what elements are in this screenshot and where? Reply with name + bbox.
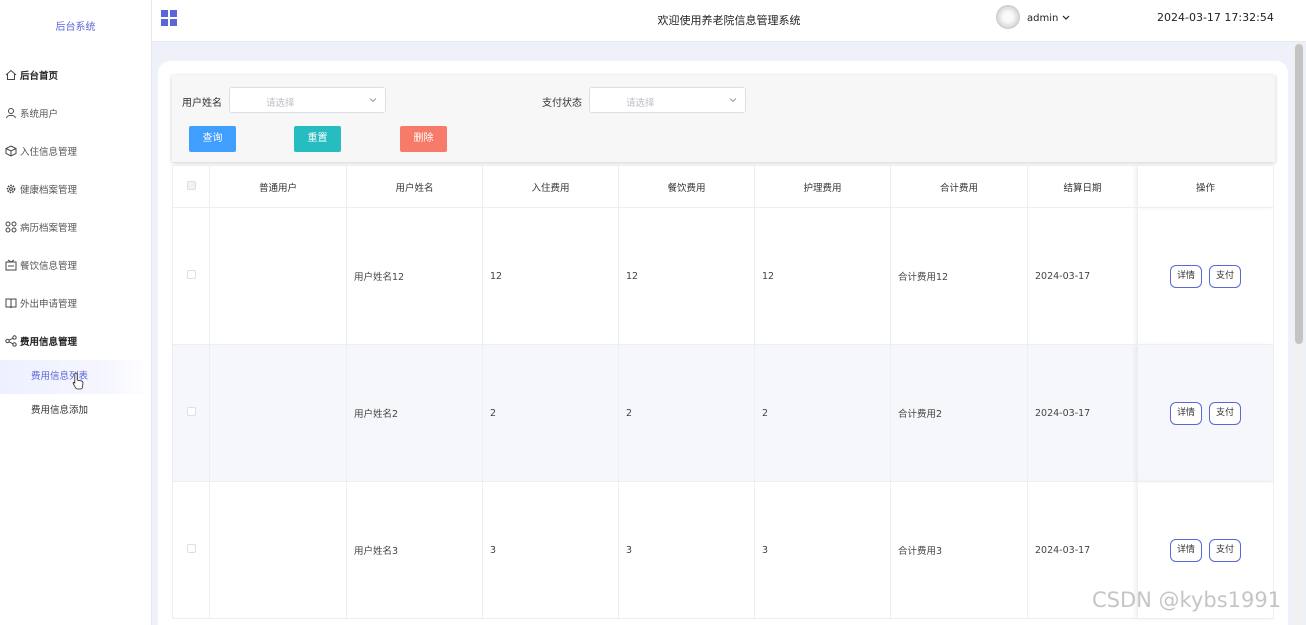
cell-stay-fee: 3 [482,481,619,619]
cell-stay-fee: 12 [482,207,619,345]
cell-user [209,481,347,619]
sidebar-item-records[interactable]: 病历档案管理 [0,208,151,246]
status-filter-placeholder: 请选择 [626,98,655,109]
chevron-down-icon [369,98,377,103]
row-select-cell [172,481,210,619]
cell-date: 2024-03-17 [1027,207,1138,345]
sidebar-item-fees[interactable]: 费用信息管理 [0,322,151,360]
cell-name: 用户姓名2 [346,344,483,482]
cell-stay-fee: 2 [482,344,619,482]
scrollbar-thumb[interactable] [1295,44,1303,344]
sidebar-item-label: 健康档案管理 [20,185,78,196]
cell-actions: 详情 支付 [1137,344,1274,482]
user-menu[interactable]: admin [1027,13,1070,24]
column-header: 餐饮费用 [618,165,755,208]
cell-total-fee: 合计费用3 [890,481,1028,619]
sidebar-item-label: 费用信息管理 [20,337,78,348]
select-all-cell [172,165,210,208]
row-select-cell [172,207,210,345]
cell-total-fee: 合计费用2 [890,344,1028,482]
cell-user [209,207,347,345]
pointer-cursor-icon [72,372,84,390]
detail-button[interactable]: 详情 [1169,538,1202,562]
brand-title: 后台系统 [55,22,96,33]
pay-button[interactable]: 支付 [1209,264,1242,288]
name-filter-placeholder: 请选择 [266,98,295,109]
sidebar-item-label: 病历档案管理 [20,223,78,234]
sidebar-item-label: 后台首页 [20,71,59,82]
user-icon [4,107,17,120]
column-header: 结算日期 [1027,165,1138,208]
user-name: admin [1027,13,1059,24]
sidebar: 后台系统 后台首页 系统用户 入住信息管理 健康档案管理 病历档案管理 餐饮信息… [0,0,152,625]
name-filter-label: 用户姓名 [182,98,222,109]
cell-food-fee: 3 [618,481,755,619]
row-checkbox[interactable] [186,407,196,416]
row-select-cell [172,344,210,482]
watermark: CSDN @kybs1991 [1092,588,1282,612]
detail-button[interactable]: 详情 [1169,264,1202,288]
submenu-fee-add[interactable]: 费用信息添加 [0,394,151,428]
column-header: 普通用户 [209,165,347,208]
page-scrollbar[interactable] [1294,42,1304,625]
status-filter-select[interactable]: 请选择 [589,87,746,113]
grid-icon [4,221,17,234]
select-all-checkbox[interactable] [186,180,196,190]
table-row: 用户姓名2 2 2 2 合计费用2 2024-03-17 详情 支付 [172,344,1274,482]
sidebar-item-catering[interactable]: 餐饮信息管理 [0,246,151,284]
datetime-display: 2024-03-17 17:32:54 [1157,11,1274,24]
cell-total-fee: 合计费用12 [890,207,1028,345]
reset-button[interactable]: 重置 [294,126,341,152]
pay-button[interactable]: 支付 [1209,538,1242,562]
sidebar-item-system-users[interactable]: 系统用户 [0,94,151,132]
cell-name: 用户姓名3 [346,481,483,619]
gear-icon [4,183,17,196]
top-header: 欢迎使用养老院信息管理系统 admin 2024-03-17 17:32:54 [152,0,1306,42]
name-filter-select[interactable]: 请选择 [229,87,386,113]
row-checkbox[interactable] [186,270,196,279]
home-icon [4,69,17,82]
cube-icon [4,145,17,158]
cell-date: 2024-03-17 [1027,344,1138,482]
cell-user [209,344,347,482]
table-row: 用户姓名12 12 12 12 合计费用12 2024-03-17 详情 支付 [172,207,1274,345]
sidebar-item-home[interactable]: 后台首页 [0,56,151,94]
fee-table: 普通用户 用户姓名 入住费用 餐饮费用 护理费用 合计费用 结算日期 操作 用户… [172,165,1275,625]
cell-food-fee: 12 [618,207,755,345]
row-checkbox[interactable] [186,544,196,553]
chevron-down-icon [729,98,737,103]
pay-button[interactable]: 支付 [1209,401,1242,425]
sidebar-item-label: 餐饮信息管理 [20,261,78,272]
cell-care-fee: 12 [754,207,891,345]
tray-icon [4,259,17,272]
sidebar-item-label: 外出申请管理 [20,299,78,310]
sidebar-item-outing[interactable]: 外出申请管理 [0,284,151,322]
detail-button[interactable]: 详情 [1169,401,1202,425]
column-header: 操作 [1137,165,1274,208]
book-icon [4,297,17,310]
sidebar-item-label: 入住信息管理 [20,147,78,158]
avatar[interactable] [996,5,1020,29]
page-title: 欢迎使用养老院信息管理系统 [657,14,801,27]
status-filter-label: 支付状态 [542,98,582,109]
column-header: 用户姓名 [346,165,483,208]
column-header: 入住费用 [482,165,619,208]
delete-button[interactable]: 删除 [400,126,447,152]
sidebar-item-health[interactable]: 健康档案管理 [0,170,151,208]
cell-food-fee: 2 [618,344,755,482]
column-header: 护理费用 [754,165,891,208]
chevron-down-icon [1062,15,1069,20]
cell-actions: 详情 支付 [1137,207,1274,345]
cell-care-fee: 3 [754,481,891,619]
column-header: 合计费用 [890,165,1028,208]
cell-care-fee: 2 [754,344,891,482]
cell-name: 用户姓名12 [346,207,483,345]
query-button[interactable]: 查询 [189,126,236,152]
sidebar-item-checkin[interactable]: 入住信息管理 [0,132,151,170]
sidebar-item-label: 系统用户 [20,109,59,120]
table-header-row: 普通用户 用户姓名 入住费用 餐饮费用 护理费用 合计费用 结算日期 操作 [172,165,1274,208]
search-form: 用户姓名 请选择 支付状态 请选择 查询 重置 删除 [172,75,1275,162]
share-icon [4,335,17,348]
